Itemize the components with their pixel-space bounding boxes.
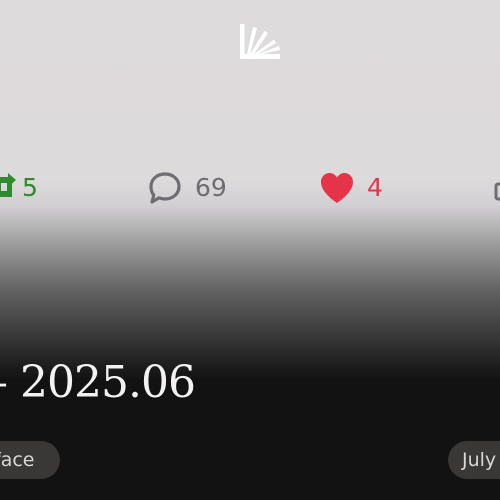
like-count: 4 — [367, 173, 383, 202]
date-range-title: – 2025.06 — [0, 357, 196, 408]
tag-chip[interactable]: face — [0, 441, 60, 479]
comment-bubble-icon — [149, 172, 181, 204]
like-button[interactable]: 4 — [319, 170, 383, 206]
repost-button[interactable]: 5 — [0, 170, 38, 206]
share-icon — [494, 182, 500, 201]
post-card: 5 69 4 – 2025.06 face July — [0, 0, 500, 500]
heart-icon — [321, 173, 353, 203]
tag-chip[interactable]: July — [448, 441, 500, 479]
comment-count: 69 — [195, 173, 227, 202]
comment-button[interactable]: 69 — [147, 170, 227, 206]
repost-icon — [0, 173, 16, 201]
share-button[interactable] — [494, 170, 500, 206]
sunburst-logo-icon — [240, 24, 280, 59]
repost-count: 5 — [22, 173, 38, 202]
